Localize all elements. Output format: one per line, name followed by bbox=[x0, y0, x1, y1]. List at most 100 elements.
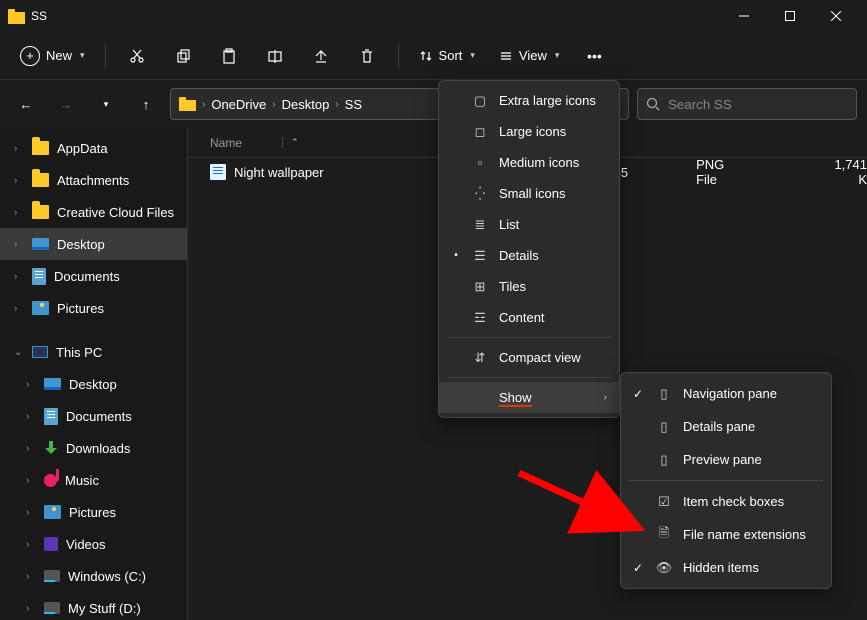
breadcrumb-segment[interactable]: OneDrive bbox=[211, 97, 266, 112]
view-mode-icon: ≣ bbox=[471, 217, 489, 233]
view-mode-icon: ▢ bbox=[471, 93, 489, 109]
sidebar-item-label: Attachments bbox=[57, 173, 129, 188]
video-icon bbox=[44, 537, 58, 551]
back-button[interactable]: ← bbox=[10, 97, 42, 112]
share-button[interactable] bbox=[300, 38, 342, 74]
menu-divider bbox=[447, 377, 611, 378]
menu-item[interactable]: ◻ Large icons bbox=[439, 116, 619, 147]
doc-icon bbox=[44, 408, 58, 425]
doc-icon bbox=[32, 268, 46, 285]
view-mode-icon: ☲ bbox=[471, 310, 489, 326]
address-bar-row: ← → ▾ ↑ › OneDrive › Desktop › SS bbox=[0, 80, 867, 128]
chevron-down-recent-icon[interactable]: ▾ bbox=[90, 99, 122, 110]
menu-item[interactable]: • ☰ Details bbox=[439, 240, 619, 271]
view-label: View bbox=[519, 48, 547, 63]
menu-item[interactable]: ☑ Item check boxes bbox=[621, 485, 831, 518]
search-box[interactable] bbox=[637, 88, 857, 120]
search-input[interactable] bbox=[668, 97, 848, 112]
sort-button[interactable]: Sort ▾ bbox=[409, 42, 485, 69]
sidebar-item-label: Downloads bbox=[66, 441, 130, 456]
chevron-right-icon: › bbox=[26, 411, 36, 422]
menu-item[interactable]: ▯ Details pane bbox=[621, 410, 831, 443]
sidebar-item[interactable]: › AppData bbox=[0, 132, 187, 164]
sidebar-item-label: My Stuff (D:) bbox=[68, 601, 141, 616]
sidebar-item[interactable]: › My Stuff (D:) bbox=[0, 592, 187, 620]
sidebar-item[interactable]: › Music bbox=[0, 464, 187, 496]
delete-button[interactable] bbox=[346, 38, 388, 74]
desktop-icon bbox=[32, 238, 49, 250]
sidebar-item-label: Desktop bbox=[69, 377, 117, 392]
option-icon: 🗎 bbox=[655, 524, 673, 546]
view-mode-icon: ☰ bbox=[471, 248, 489, 264]
drive-icon bbox=[44, 602, 60, 614]
chevron-down-icon: ▾ bbox=[470, 50, 475, 61]
search-icon bbox=[646, 97, 660, 111]
divider bbox=[398, 44, 399, 68]
plus-circle-icon: + bbox=[20, 46, 40, 66]
breadcrumb-segment[interactable]: SS bbox=[345, 97, 362, 112]
sidebar-item[interactable]: › Creative Cloud Files bbox=[0, 196, 187, 228]
sidebar-this-pc[interactable]: ⌄ This PC bbox=[0, 336, 187, 368]
sidebar-item[interactable]: › Desktop bbox=[0, 228, 187, 260]
view-menu: ▢ Extra large icons ◻ Large icons ▫ Medi… bbox=[438, 80, 620, 418]
menu-item[interactable]: ✓ ▯ Navigation pane bbox=[621, 377, 831, 410]
sidebar-item[interactable]: › Desktop bbox=[0, 368, 187, 400]
folder-icon bbox=[179, 97, 196, 111]
sidebar-item[interactable]: › Documents bbox=[0, 260, 187, 292]
menu-item-label: Details pane bbox=[683, 419, 755, 434]
chevron-right-icon: › bbox=[26, 507, 36, 518]
sidebar-item[interactable]: › Attachments bbox=[0, 164, 187, 196]
menu-item-compact-view[interactable]: ⇵ Compact view bbox=[439, 342, 619, 373]
menu-item[interactable]: ✓ 👁 Hidden items bbox=[621, 551, 831, 584]
menu-item[interactable]: ▫ Medium icons bbox=[439, 147, 619, 178]
maximize-button[interactable] bbox=[767, 0, 813, 32]
menu-item[interactable]: ⊞ Tiles bbox=[439, 271, 619, 302]
forward-button[interactable]: → bbox=[50, 97, 82, 112]
sidebar-item-label: Documents bbox=[54, 269, 120, 284]
menu-item[interactable]: ⁛ Small icons bbox=[439, 178, 619, 209]
sidebar-item[interactable]: › Pictures bbox=[0, 292, 187, 324]
minimize-button[interactable] bbox=[721, 0, 767, 32]
rename-button[interactable] bbox=[254, 38, 296, 74]
sidebar-item[interactable]: › Windows (C:) bbox=[0, 560, 187, 592]
menu-item-label: Medium icons bbox=[499, 155, 579, 170]
sidebar-item-label: Windows (C:) bbox=[68, 569, 146, 584]
menu-item[interactable]: ≣ List bbox=[439, 209, 619, 240]
chevron-right-icon: › bbox=[14, 239, 24, 250]
sidebar-item-label: Pictures bbox=[57, 301, 104, 316]
sidebar-item[interactable]: › Downloads bbox=[0, 432, 187, 464]
folder-icon bbox=[8, 9, 25, 24]
view-button[interactable]: View ▾ bbox=[489, 42, 569, 69]
img-icon bbox=[44, 505, 61, 519]
menu-item-show[interactable]: Show › bbox=[439, 382, 619, 413]
chevron-right-icon: › bbox=[14, 303, 24, 314]
menu-item-label: Item check boxes bbox=[683, 494, 784, 509]
more-button[interactable]: ••• bbox=[573, 38, 615, 74]
sidebar-item-label: Desktop bbox=[57, 237, 105, 252]
file-icon bbox=[210, 164, 226, 180]
column-name[interactable]: Name bbox=[210, 136, 242, 150]
breadcrumb-segment[interactable]: Desktop bbox=[282, 97, 330, 112]
new-button[interactable]: + New ▾ bbox=[10, 40, 95, 72]
chevron-right-icon: › bbox=[26, 539, 36, 550]
menu-item[interactable]: 🗎 File name extensions bbox=[621, 518, 831, 551]
sidebar-item[interactable]: › Videos bbox=[0, 528, 187, 560]
menu-item[interactable]: ☲ Content bbox=[439, 302, 619, 333]
desktop-icon bbox=[44, 378, 61, 390]
menu-item-label: Show bbox=[499, 390, 532, 405]
menu-item[interactable]: ▢ Extra large icons bbox=[439, 85, 619, 116]
paste-button[interactable] bbox=[208, 38, 250, 74]
cut-button[interactable] bbox=[116, 38, 158, 74]
folder-icon bbox=[32, 173, 49, 187]
menu-item-label: List bbox=[499, 217, 519, 232]
chevron-right-icon: › bbox=[26, 603, 36, 614]
copy-button[interactable] bbox=[162, 38, 204, 74]
sidebar-item[interactable]: › Pictures bbox=[0, 496, 187, 528]
sidebar-item[interactable]: › Documents bbox=[0, 400, 187, 432]
close-button[interactable] bbox=[813, 0, 859, 32]
menu-item[interactable]: ▯ Preview pane bbox=[621, 443, 831, 476]
menu-item-label: Content bbox=[499, 310, 545, 325]
file-size: 1,741 K bbox=[744, 157, 867, 187]
up-button[interactable]: ↑ bbox=[130, 97, 162, 112]
sort-indicator-icon: ⌃ bbox=[282, 137, 299, 148]
